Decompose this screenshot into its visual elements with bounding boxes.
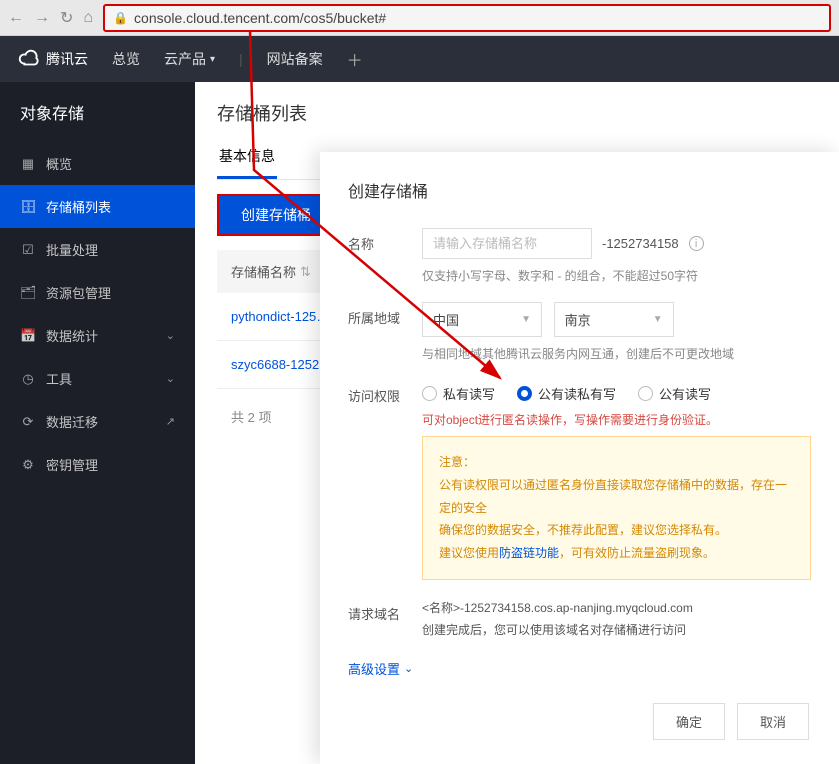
sidebar-item-migrate[interactable]: ⟳数据迁移↗ bbox=[0, 400, 195, 443]
lock-icon: 🔒 bbox=[113, 11, 128, 25]
migrate-icon: ⟳ bbox=[20, 414, 36, 430]
sidebar-item-keys[interactable]: ⚙密钥管理 bbox=[0, 443, 195, 486]
top-nav: 腾讯云 总览 云产品 ▾ | 网站备案 ＋ bbox=[0, 36, 839, 82]
info-icon[interactable]: i bbox=[689, 236, 704, 251]
back-icon[interactable]: ← bbox=[8, 9, 24, 27]
sidebar-title: 对象存储 bbox=[0, 82, 195, 142]
package-icon: 🗂 bbox=[20, 285, 36, 301]
plus-icon[interactable]: ＋ bbox=[347, 47, 363, 71]
stats-icon: 📅 bbox=[20, 328, 36, 344]
tab-basic[interactable]: 基本信息 bbox=[217, 146, 277, 179]
bucket-name-input[interactable] bbox=[422, 228, 592, 259]
tool-icon: ◷ bbox=[20, 371, 36, 387]
home-icon[interactable]: ⌂ bbox=[83, 9, 93, 27]
forward-icon[interactable]: → bbox=[34, 9, 50, 27]
nav-products[interactable]: 云产品 ▾ bbox=[164, 49, 215, 69]
caret-down-icon: ▼ bbox=[521, 314, 531, 325]
grid-icon: ▦ bbox=[20, 156, 36, 172]
nav-beian[interactable]: 网站备案 bbox=[267, 49, 323, 69]
name-label: 名称 bbox=[348, 228, 422, 284]
key-icon: ⚙ bbox=[20, 457, 36, 473]
radio-public-read-private-write[interactable]: 公有读私有写 bbox=[517, 384, 616, 403]
advanced-toggle[interactable]: 高级设置 ⌄ bbox=[348, 659, 811, 678]
domain-label: 请求域名 bbox=[348, 598, 422, 641]
url-text: console.cloud.tencent.com/cos5/bucket# bbox=[134, 10, 386, 26]
brand-text: 腾讯云 bbox=[46, 49, 88, 69]
city-select[interactable]: 南京▼ bbox=[554, 302, 674, 337]
reload-icon[interactable]: ↻ bbox=[60, 8, 73, 28]
cloud-logo-icon bbox=[18, 48, 40, 70]
cancel-button[interactable]: 取消 bbox=[737, 703, 809, 740]
name-hint: 仅支持小写字母、数字和 - 的组合，不能超过50字符 bbox=[422, 267, 811, 284]
bucket-icon: 🗄 bbox=[20, 199, 36, 215]
radio-public-rw[interactable]: 公有读写 bbox=[638, 384, 711, 403]
brand[interactable]: 腾讯云 bbox=[18, 48, 88, 70]
address-bar[interactable]: 🔒 console.cloud.tencent.com/cos5/bucket# bbox=[103, 4, 831, 32]
caret-down-icon: ▼ bbox=[653, 314, 663, 325]
sidebar-item-stats[interactable]: 📅数据统计⌄ bbox=[0, 314, 195, 357]
browser-chrome: ← → ↻ ⌂ 🔒 console.cloud.tencent.com/cos5… bbox=[0, 0, 839, 36]
chevron-down-icon: ⌄ bbox=[166, 372, 175, 385]
radio-icon bbox=[422, 386, 437, 401]
bucket-name-suffix: -1252734158 bbox=[602, 236, 679, 251]
access-hint: 可对object进行匿名读操作，写操作需要进行身份验证。 bbox=[422, 411, 811, 428]
region-hint: 与相同地域其他腾讯云服务内网互通，创建后不可更改地域 bbox=[422, 345, 811, 362]
antileech-link[interactable]: 防盗链功能 bbox=[499, 546, 559, 560]
sidebar-item-packages[interactable]: 🗂资源包管理 bbox=[0, 271, 195, 314]
chevron-down-icon: ⌄ bbox=[166, 329, 175, 342]
page-title: 存储桶列表 bbox=[217, 100, 817, 126]
country-select[interactable]: 中国▼ bbox=[422, 302, 542, 337]
domain-text: <名称>-1252734158.cos.ap-nanjing.myqcloud.… bbox=[422, 598, 811, 620]
nav-overview[interactable]: 总览 bbox=[112, 49, 140, 69]
radio-icon bbox=[638, 386, 653, 401]
external-icon: ↗ bbox=[166, 415, 175, 428]
ok-button[interactable]: 确定 bbox=[653, 703, 725, 740]
create-bucket-modal: 创建存储桶 名称 -1252734158 i 仅支持小写字母、数字和 - 的组合… bbox=[320, 152, 839, 764]
batch-icon: ☑ bbox=[20, 242, 36, 258]
sidebar-item-buckets[interactable]: 🗄存储桶列表 bbox=[0, 185, 195, 228]
region-label: 所属地域 bbox=[348, 302, 422, 362]
sidebar-item-tools[interactable]: ◷工具⌄ bbox=[0, 357, 195, 400]
sidebar-item-batch[interactable]: ☑批量处理 bbox=[0, 228, 195, 271]
create-bucket-button[interactable]: 创建存储桶 bbox=[219, 196, 333, 234]
chevron-down-icon: ⌄ bbox=[404, 662, 413, 675]
domain-hint: 创建完成后，您可以使用该域名对存储桶进行访问 bbox=[422, 620, 811, 642]
divider: | bbox=[239, 51, 243, 67]
notice-box: 注意： 公有读权限可以通过匿名身份直接读取您存储桶中的数据，存在一定的安全 确保… bbox=[422, 436, 811, 580]
sidebar-item-overview[interactable]: ▦概览 bbox=[0, 142, 195, 185]
access-label: 访问权限 bbox=[348, 380, 422, 580]
modal-title: 创建存储桶 bbox=[348, 178, 811, 202]
sidebar: 对象存储 ▦概览 🗄存储桶列表 ☑批量处理 🗂资源包管理 📅数据统计⌄ ◷工具⌄… bbox=[0, 82, 195, 764]
radio-private[interactable]: 私有读写 bbox=[422, 384, 495, 403]
radio-icon bbox=[517, 386, 532, 401]
